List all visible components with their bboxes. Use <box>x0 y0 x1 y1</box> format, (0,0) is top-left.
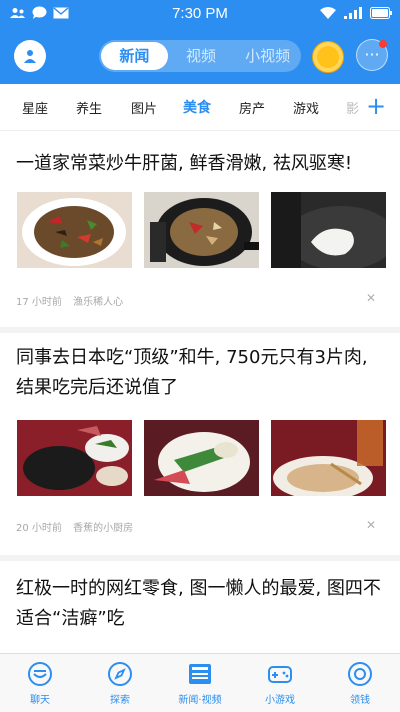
article-source: 渔乐稀人心 <box>73 297 124 308</box>
article-image[interactable] <box>144 192 259 268</box>
nav-chat[interactable]: 聊天 <box>0 654 80 712</box>
nav-label: 小游戏 <box>265 695 295 706</box>
news-icon <box>189 664 211 684</box>
tab-news[interactable]: 新闻 <box>101 42 168 70</box>
gamepad-icon <box>268 666 292 683</box>
nav-explore[interactable]: 探索 <box>80 654 160 712</box>
dismiss-icon[interactable]: ✕ <box>366 291 376 305</box>
article-source: 香蕉的小厨房 <box>73 523 134 534</box>
article-meta: 20 小时前 香蕉的小厨房 <box>16 519 141 534</box>
person-icon <box>24 50 36 63</box>
signal-icon <box>344 7 362 19</box>
news-article[interactable]: 红极一时的网红零食, 图一懒人的最爱, 图四不适合“洁癖”吃 <box>0 561 400 653</box>
news-article[interactable]: 一道家常菜炒牛肝菌, 鲜香滑嫩, 祛风驱寒! 17 小时前 渔乐稀人心 ✕ <box>0 131 400 327</box>
dismiss-icon[interactable]: ✕ <box>366 518 376 532</box>
article-image[interactable] <box>271 420 386 496</box>
nav-news-video[interactable]: 新闻·视频 <box>160 654 240 712</box>
article-image[interactable] <box>17 420 132 496</box>
nav-label: 探索 <box>110 695 130 706</box>
nav-label: 领钱 <box>350 695 370 706</box>
gold-coin-button[interactable] <box>312 41 344 73</box>
article-title[interactable]: 同事去日本吃“顶级”和牛, 750元只有3片肉, 结果吃完后还说值了 <box>16 343 386 403</box>
status-indicators <box>320 7 392 19</box>
wifi-icon <box>320 7 336 19</box>
article-thumbnails <box>17 420 386 496</box>
article-time: 17 小时前 <box>16 297 62 308</box>
news-article[interactable]: 同事去日本吃“顶级”和牛, 750元只有3片肉, 结果吃完后还说值了 20 小时… <box>0 333 400 555</box>
content-type-switch: 新闻 视频 小视频 <box>99 40 301 72</box>
battery-icon <box>370 7 392 19</box>
category-tab-food[interactable]: 美食 <box>183 97 211 117</box>
category-tab-partial[interactable]: 影 <box>346 98 359 117</box>
nav-mini-games[interactable]: 小游戏 <box>240 654 320 712</box>
article-image[interactable] <box>17 192 132 268</box>
nav-get-money[interactable]: 领钱 <box>320 654 400 712</box>
article-thumbnails <box>17 192 386 268</box>
profile-button[interactable] <box>14 40 46 72</box>
tab-short-video[interactable]: 小视频 <box>234 40 301 72</box>
notification-badge <box>379 40 387 48</box>
nav-label: 聊天 <box>30 695 50 706</box>
article-image[interactable] <box>144 420 259 496</box>
category-tab-constellation[interactable]: 星座 <box>22 98 48 117</box>
category-tab-realestate[interactable]: 房产 <box>239 98 265 117</box>
status-bar: 7:30 PM <box>0 0 400 28</box>
compass-icon <box>108 662 132 686</box>
article-image[interactable] <box>271 192 386 268</box>
chat-bubble-icon <box>28 662 52 686</box>
bottom-nav: 聊天 探索 新闻·视频 小游戏 领钱 <box>0 653 400 712</box>
category-tab-pictures[interactable]: 图片 <box>131 98 157 117</box>
category-tabs: 星座 养生 图片 美食 房产 游戏 影 + <box>0 84 400 131</box>
coin-icon <box>348 662 372 686</box>
add-category-icon[interactable]: + <box>366 92 386 120</box>
more-button[interactable]: ··· <box>356 39 388 71</box>
article-title[interactable]: 一道家常菜炒牛肝菌, 鲜香滑嫩, 祛风驱寒! <box>16 149 386 179</box>
more-dots-icon: ··· <box>364 45 380 64</box>
nav-label: 新闻·视频 <box>178 695 222 706</box>
article-time: 20 小时前 <box>16 523 62 534</box>
category-tab-health[interactable]: 养生 <box>76 98 102 117</box>
article-meta: 17 小时前 渔乐稀人心 <box>16 293 131 308</box>
category-tab-games[interactable]: 游戏 <box>293 98 319 117</box>
article-title[interactable]: 红极一时的网红零食, 图一懒人的最爱, 图四不适合“洁癖”吃 <box>16 574 386 634</box>
top-bar: 新闻 视频 小视频 ··· <box>0 28 400 84</box>
tab-video[interactable]: 视频 <box>168 40 235 72</box>
